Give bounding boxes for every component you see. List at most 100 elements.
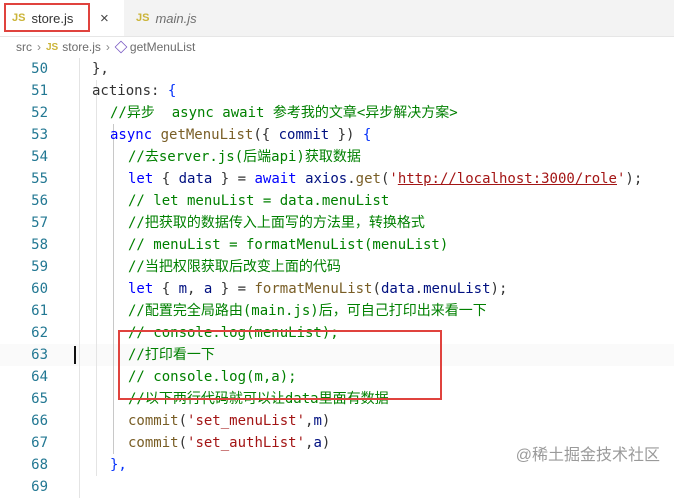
code-token: }) (329, 127, 363, 143)
line-number: 66 (31, 413, 48, 429)
code-token: let (128, 281, 154, 297)
code-token: commit (278, 127, 330, 143)
line-number: 56 (31, 193, 48, 209)
code-line[interactable]: 55 let { data } = await axios.get('http:/… (0, 168, 674, 190)
code-token: data (380, 281, 415, 297)
code-token: ({ (253, 127, 279, 143)
code-line[interactable]: 60 let { m, a } = formatMenuList(data.men… (0, 278, 674, 300)
code-token: }, (110, 457, 127, 473)
annotation-box-tab (4, 3, 90, 32)
line-number: 64 (31, 369, 48, 385)
annotation-box-code (118, 330, 442, 400)
line-number: 60 (31, 281, 48, 297)
code-token: 'set_menuList' (187, 413, 306, 429)
breadcrumb-file-label: store.js (62, 40, 101, 54)
code-token: { (153, 171, 179, 187)
code-text: }, (92, 58, 109, 80)
code-text: //异步 async await 参考我的文章<异步解决方案> (110, 102, 458, 124)
line-number: 67 (31, 435, 48, 451)
code-token: m (313, 413, 322, 429)
code-token: ); (490, 281, 508, 297)
code-token: //去server.js(后端api)获取数据 (128, 149, 361, 165)
code-line[interactable]: 54 //去server.js(后端api)获取数据 (0, 146, 674, 168)
code-line[interactable]: 61 //配置完全局路由(main.js)后，可自己打印出来看一下 (0, 300, 674, 322)
code-token: ) (321, 413, 331, 429)
code-text: let { data } = await axios.get('http://l… (128, 168, 642, 190)
line-number: 59 (31, 259, 48, 275)
code-line[interactable]: 66 commit('set_menuList',m) (0, 410, 674, 432)
code-token: get (355, 171, 381, 187)
breadcrumb: src › JS store.js › getMenuList (0, 37, 674, 57)
code-token: } = (212, 171, 255, 187)
code-text: commit('set_authList',a) (128, 432, 330, 454)
code-editor[interactable]: 50}, 51 actions: {52//异步 async await 参考我的文… (0, 58, 674, 498)
line-number: 55 (31, 171, 48, 187)
code-text: }, (110, 454, 127, 476)
code-text: //当把权限获取后改变上面的代码 (128, 256, 341, 278)
code-text: //去server.js(后端api)获取数据 (128, 146, 361, 168)
line-number: 58 (31, 237, 48, 253)
code-token: ' (389, 171, 398, 187)
code-token: . (347, 171, 356, 187)
code-token: //配置完全局路由(main.js)后，可自己打印出来看一下 (128, 303, 487, 319)
code-token: http://localhost:3000/role (397, 171, 617, 187)
code-text: // menuList = formatMenuList(menuList) (128, 234, 448, 256)
code-token: // let menuList = data.menuList (128, 193, 390, 209)
code-line[interactable]: 56 // let menuList = data.menuList (0, 190, 674, 212)
line-number: 50 (31, 61, 48, 77)
code-token: . (414, 281, 424, 297)
code-token: actions: (92, 83, 168, 99)
code-token: ( (178, 413, 188, 429)
watermark: @稀土掘金技术社区 (515, 447, 660, 464)
code-line[interactable]: 52 //异步 async await 参考我的文章<异步解决方案> (0, 102, 674, 124)
code-text: commit('set_menuList',m) (128, 410, 330, 432)
code-token: commit (128, 413, 179, 429)
code-token: a (313, 435, 322, 451)
code-line[interactable]: 59 //当把权限获取后改变上面的代码 (0, 256, 674, 278)
code-token: { (167, 83, 177, 99)
code-token: { (153, 281, 179, 297)
code-token: // menuList = formatMenuList(menuList) (128, 237, 449, 253)
close-icon[interactable]: × (100, 10, 109, 27)
line-number: 53 (31, 127, 48, 143)
chevron-right-icon: › (105, 40, 110, 54)
line-number: 51 (31, 83, 48, 99)
tab-label: main.js (155, 10, 197, 26)
code-line[interactable]: 53 async getMenuList({ commit }) { (0, 124, 674, 146)
code-line[interactable]: 51 actions: { (0, 80, 674, 102)
breadcrumb-symbol[interactable]: getMenuList (114, 40, 196, 54)
code-token: //异步 async await 参考我的文章<异步解决方案> (110, 105, 458, 121)
code-text: //配置完全局路由(main.js)后，可自己打印出来看一下 (128, 300, 487, 322)
code-token: await (254, 171, 297, 187)
code-text: // let menuList = data.menuList (128, 190, 389, 212)
code-line[interactable]: 69 (0, 476, 674, 498)
code-text: //把获取的数据传入上面写的方法里，转换格式 (128, 212, 425, 234)
code-token: axios (305, 171, 348, 187)
code-token: ); (625, 171, 643, 187)
chevron-right-icon: › (37, 40, 41, 54)
code-line[interactable]: 57 //把获取的数据传入上面写的方法里，转换格式 (0, 212, 674, 234)
line-number: 62 (31, 325, 48, 341)
code-token: async (110, 127, 153, 143)
code-line[interactable]: 50}, (0, 58, 674, 80)
code-token: //把获取的数据传入上面写的方法里，转换格式 (128, 215, 425, 231)
js-file-icon: JS (136, 12, 150, 24)
code-token: ( (372, 281, 381, 297)
code-token: formatMenuList (254, 281, 373, 297)
code-token: ) (321, 435, 331, 451)
line-number: 57 (31, 215, 48, 231)
method-icon (114, 40, 128, 54)
code-token: menuList (423, 281, 491, 297)
code-token: }, (92, 61, 109, 77)
text-cursor (74, 346, 76, 364)
code-token: let (128, 171, 154, 187)
tab-main-js[interactable]: JS main.js (124, 0, 224, 36)
code-text: actions: { (92, 80, 176, 102)
breadcrumb-src[interactable]: src (16, 40, 32, 54)
code-text: async getMenuList({ commit }) { (110, 124, 371, 146)
breadcrumb-file[interactable]: JS store.js (46, 40, 101, 54)
breadcrumb-symbol-label: getMenuList (129, 40, 196, 54)
code-token: 'set_authList' (187, 435, 306, 451)
code-line[interactable]: 58 // menuList = formatMenuList(menuList) (0, 234, 674, 256)
